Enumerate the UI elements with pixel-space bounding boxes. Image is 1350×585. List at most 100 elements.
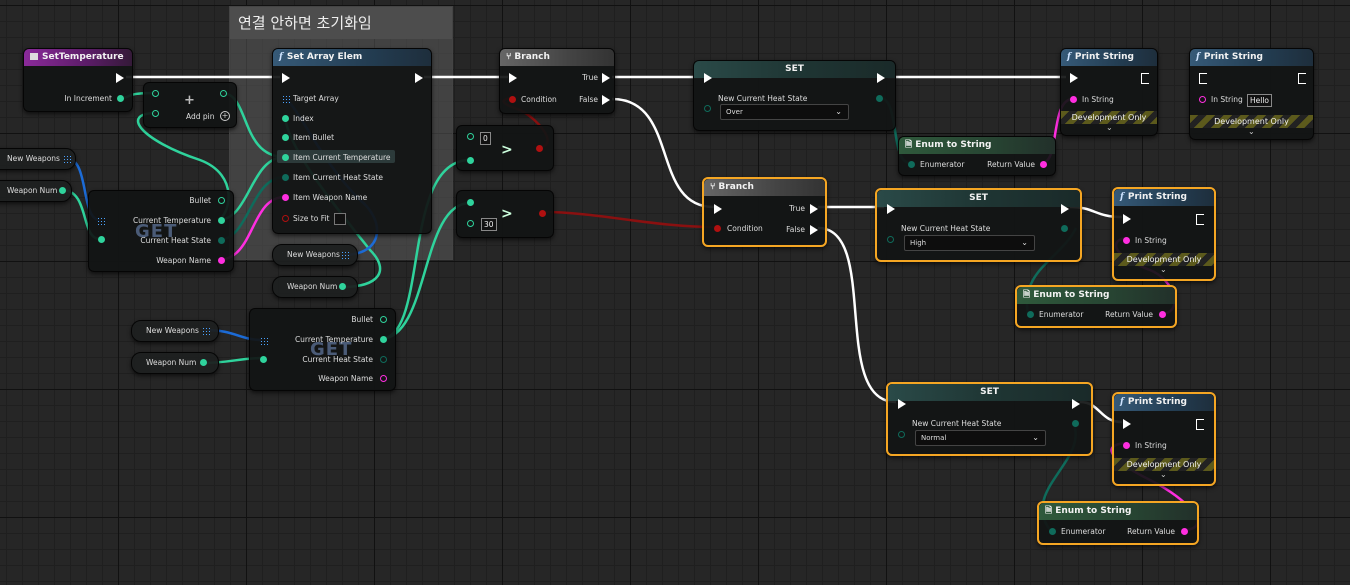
chevron-down-icon[interactable]: ⌄ <box>1160 265 1167 274</box>
float-in-pin-b[interactable] <box>152 110 159 117</box>
var-new-weapons-2[interactable]: New Weapons <box>272 244 358 266</box>
enum-in-pin[interactable] <box>282 174 289 181</box>
print-string-node-4[interactable]: f Print String In String Development Only… <box>1112 392 1216 486</box>
exec-in-pin[interactable] <box>898 399 906 409</box>
print-string-node-2[interactable]: f Print String In String Hello Developmen… <box>1189 48 1314 140</box>
array-grid-icon[interactable] <box>202 327 210 335</box>
exec-in-pin[interactable] <box>714 204 722 214</box>
exec-out-pin[interactable] <box>116 73 124 83</box>
exec-in-pin[interactable] <box>704 73 712 83</box>
enum-out-pin[interactable] <box>218 237 225 244</box>
var-weapon-num-2[interactable]: Weapon Num <box>272 276 358 298</box>
set-node-1[interactable]: SET New Current Heat State Over ⌄ <box>693 60 896 131</box>
exec-false-pin[interactable] <box>810 225 818 235</box>
exec-out-pin[interactable] <box>415 73 423 83</box>
chevron-down-icon[interactable]: ⌄ <box>1160 470 1167 479</box>
int-in-pin[interactable] <box>260 356 267 363</box>
bool-out-pin[interactable] <box>539 210 546 217</box>
enum-out-pin[interactable] <box>380 356 387 363</box>
string-out-pin[interactable] <box>218 257 225 264</box>
float-out-pin[interactable] <box>117 95 124 102</box>
enum-in-pin[interactable] <box>887 236 894 243</box>
exec-out-pin[interactable] <box>1298 73 1306 84</box>
exec-out-pin[interactable] <box>1196 214 1204 225</box>
var-weapon-num[interactable]: Weapon Num <box>0 180 72 202</box>
string-out-pin[interactable] <box>380 375 387 382</box>
add-circle-icon[interactable]: + <box>220 111 230 121</box>
chevron-down-icon[interactable]: ⌄ <box>1106 123 1113 132</box>
exec-in-pin[interactable] <box>1199 73 1207 84</box>
array-grid-icon[interactable] <box>282 95 290 103</box>
string-out-pin[interactable] <box>1159 311 1166 318</box>
set-node-3[interactable]: SET New Current Heat State Normal ⌄ <box>886 382 1093 456</box>
set-node-2[interactable]: SET New Current Heat State High ⌄ <box>875 188 1082 262</box>
string-in-pin[interactable] <box>1123 442 1130 449</box>
float-out-pin[interactable] <box>220 90 227 97</box>
size-to-fit-checkbox[interactable] <box>334 213 346 225</box>
int-in-pin[interactable] <box>98 236 105 243</box>
add-node[interactable]: + Add pin + <box>143 82 237 128</box>
heat-state-dropdown[interactable]: Normal ⌄ <box>915 430 1046 446</box>
set-array-elem-node[interactable]: f Set Array Elem Target Array Index Item … <box>272 48 432 234</box>
enum-in-pin[interactable] <box>908 161 915 168</box>
compare-value-input[interactable]: 0 <box>480 132 491 145</box>
in-string-input[interactable]: Hello <box>1247 94 1273 107</box>
int-in-pin[interactable] <box>282 115 289 122</box>
exec-in-pin[interactable] <box>887 204 895 214</box>
chevron-down-icon[interactable]: ⌄ <box>1248 127 1255 136</box>
bool-in-pin[interactable] <box>282 215 289 222</box>
enum-in-pin[interactable] <box>898 431 905 438</box>
var-new-weapons-3[interactable]: New Weapons <box>131 320 219 342</box>
float-in-pin[interactable] <box>467 133 474 140</box>
int-out-pin[interactable] <box>59 187 66 194</box>
heat-state-dropdown[interactable]: High ⌄ <box>904 235 1035 251</box>
exec-in-pin[interactable] <box>282 73 290 83</box>
compare-value-input[interactable]: 30 <box>481 218 497 231</box>
array-grid-icon[interactable] <box>97 217 105 225</box>
int-out-pin[interactable] <box>218 197 225 204</box>
enum-out-pin[interactable] <box>876 95 883 102</box>
exec-out-pin[interactable] <box>877 73 885 83</box>
print-string-node-3[interactable]: f Print String In String Development Only… <box>1112 187 1216 281</box>
print-string-node-1[interactable]: f Print String In String Development Only… <box>1060 48 1158 136</box>
event-node-settemperature[interactable]: SetTemperature In Increment <box>23 48 133 112</box>
bool-out-pin[interactable] <box>536 145 543 152</box>
string-out-pin[interactable] <box>1040 161 1047 168</box>
exec-in-pin[interactable] <box>1123 419 1131 429</box>
exec-in-pin[interactable] <box>509 73 517 83</box>
enum-in-pin[interactable] <box>704 105 711 112</box>
enum-out-pin[interactable] <box>1061 225 1068 232</box>
exec-out-pin[interactable] <box>1072 399 1080 409</box>
bool-in-pin[interactable] <box>714 225 721 232</box>
exec-true-pin[interactable] <box>602 73 610 83</box>
float-in-pin[interactable] <box>282 154 289 161</box>
int-out-pin[interactable] <box>380 316 387 323</box>
string-in-pin[interactable] <box>1199 96 1206 103</box>
bool-in-pin[interactable] <box>509 96 516 103</box>
var-weapon-num-3[interactable]: Weapon Num <box>131 352 219 374</box>
enum-in-pin[interactable] <box>1027 311 1034 318</box>
exec-out-pin[interactable] <box>1196 419 1204 430</box>
exec-in-pin[interactable] <box>1123 214 1131 224</box>
float-out-pin[interactable] <box>380 336 387 343</box>
string-in-pin[interactable] <box>1070 96 1077 103</box>
compare-node-1[interactable]: 0 > <box>456 125 554 171</box>
float-in-pin-a[interactable] <box>152 90 159 97</box>
exec-true-pin[interactable] <box>810 204 818 214</box>
array-grid-icon[interactable] <box>260 337 268 345</box>
exec-false-pin[interactable] <box>602 95 610 105</box>
string-in-pin[interactable] <box>282 194 289 201</box>
enum-to-string-node-3[interactable]: 🗎 Enum to String Enumerator Return Value <box>1037 501 1199 545</box>
get-struct-node-2[interactable]: GET Bullet Current Temperature Current H… <box>249 308 396 391</box>
heat-state-dropdown[interactable]: Over ⌄ <box>720 104 849 120</box>
enum-out-pin[interactable] <box>1072 420 1079 427</box>
array-grid-icon[interactable] <box>341 251 349 259</box>
add-pin-button[interactable]: Add pin <box>186 112 215 121</box>
branch-node-2[interactable]: ⑂ Branch True Condition False <box>702 177 827 247</box>
int-out-pin[interactable] <box>200 359 207 366</box>
get-struct-node-1[interactable]: GET Bullet Current Temperature Current H… <box>88 190 234 272</box>
float-in-pin[interactable] <box>467 157 474 164</box>
string-in-pin[interactable] <box>1123 237 1130 244</box>
float-in-pin[interactable] <box>467 220 474 227</box>
string-out-pin[interactable] <box>1181 528 1188 535</box>
